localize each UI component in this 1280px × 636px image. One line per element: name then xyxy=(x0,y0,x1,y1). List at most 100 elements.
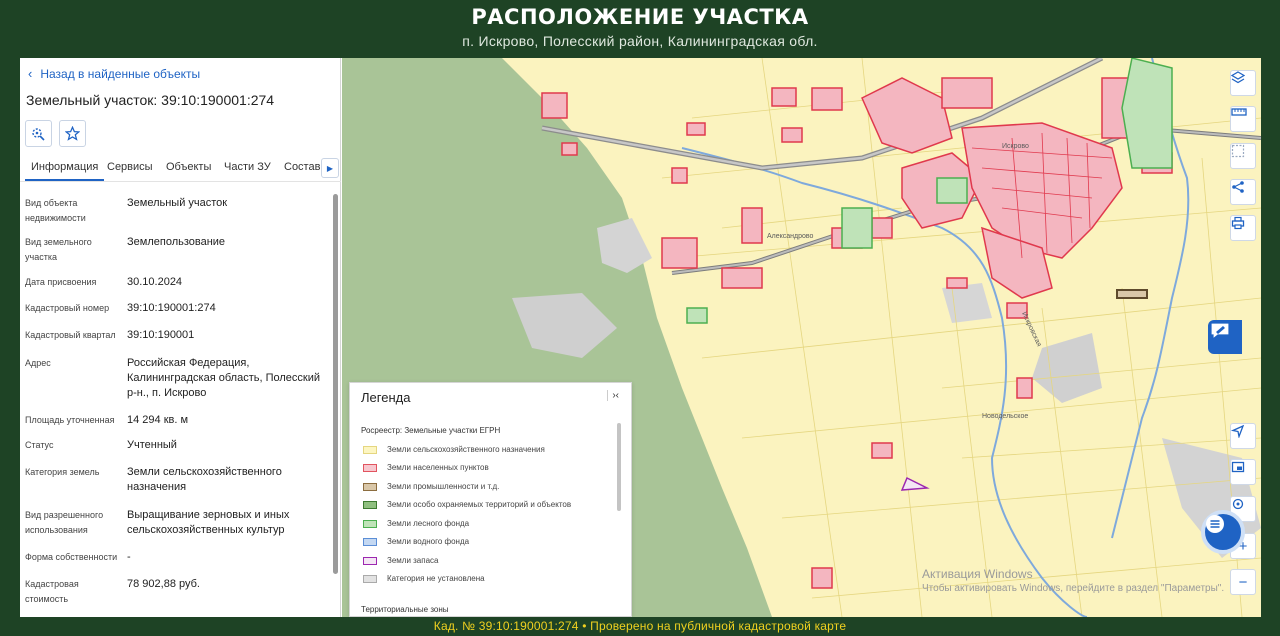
zoom-out-button[interactable]: − xyxy=(1230,569,1256,595)
property-key: Дата присвоения xyxy=(25,277,97,287)
zoom-out-icon: − xyxy=(1238,573,1248,591)
select-area-button[interactable] xyxy=(1230,143,1256,169)
property-value: 14 294 кв. м xyxy=(127,414,189,426)
target-search-icon xyxy=(32,128,45,141)
map-canvas[interactable]: Александрово Искрово Новодельское Искров… xyxy=(342,58,1261,617)
legend-swatch xyxy=(363,500,377,509)
property-key: Адрес xyxy=(25,358,51,368)
share-icon xyxy=(1232,181,1244,193)
legend-swatch xyxy=(363,537,377,546)
legend-item: Земли лесного фонда xyxy=(363,519,469,528)
reserve-parcel xyxy=(900,476,930,491)
locate-parcel-button[interactable] xyxy=(25,120,52,147)
property-key: Вид объекта недвижимости xyxy=(25,198,86,223)
property-value: Выращивание зерновых и иных сельскохозяй… xyxy=(127,509,290,536)
legend-collapse-button[interactable]: ›‹ xyxy=(607,390,619,401)
legend-swatch xyxy=(363,556,377,565)
property-key: Вид разрешенного использования xyxy=(25,510,104,535)
property-value: 39:10:190001 xyxy=(127,329,195,341)
legend-item: Земли населенных пунктов xyxy=(363,463,489,472)
back-link-label: Назад в найденные объекты xyxy=(40,66,201,81)
info-panel: ‹ Назад в найденные объекты Земельный уч… xyxy=(20,58,341,617)
legend-title: Легенда xyxy=(361,390,411,405)
select-area-icon xyxy=(1231,144,1245,158)
legend-item-label: Земли запаса xyxy=(387,556,439,565)
list-icon xyxy=(1206,515,1224,533)
parcel-title: Земельный участок: 39:10:190001:274 xyxy=(26,92,275,108)
map-label: Искрово xyxy=(1002,143,1029,150)
panel-scrollbar[interactable] xyxy=(332,188,339,613)
page-footer: Кад. № 39:10:190001:274 • Проверено на п… xyxy=(433,619,847,633)
map-label: Искровская xyxy=(1020,311,1042,348)
property-value: 78 902,88 руб. xyxy=(127,578,200,590)
legend-item-label: Земли лесного фонда xyxy=(387,519,470,528)
legend-item-label: Земли промышленности и т.д. xyxy=(387,482,500,491)
legend-item: Категория не установлена xyxy=(363,574,485,583)
property-value: 30.10.2024 xyxy=(127,276,183,288)
info-list-fab[interactable] xyxy=(1201,510,1245,554)
tab-objects[interactable]: Объекты xyxy=(166,161,211,173)
property-value: Российская Федерация, Калининградская об… xyxy=(127,357,320,399)
legend-panel: Легенда ›‹ Росреестр: Земельные участки … xyxy=(349,382,632,617)
industrial-parcel xyxy=(1116,289,1148,299)
legend-subtitle: Росреестр: Земельные участки ЕГРН xyxy=(361,426,501,435)
legend-swatch xyxy=(363,574,377,583)
property-value: - xyxy=(127,551,131,563)
cadastral-map-frame: ‹ Назад в найденные объекты Земельный уч… xyxy=(20,58,1261,617)
legend-item: Земли промышленности и т.д. xyxy=(363,482,499,491)
share-button[interactable] xyxy=(1230,179,1256,205)
legend-swatch xyxy=(363,482,377,491)
property-value: Земельный участок xyxy=(127,197,228,209)
legend-item: Земли особо охраняемых территорий и объе… xyxy=(363,500,571,509)
legend-item-label: Земли сельскохозяйственного назначения xyxy=(387,445,545,454)
chat-icon xyxy=(1210,322,1230,341)
print-button[interactable] xyxy=(1230,215,1256,241)
info-tabs: Информация Сервисы Объекты Части ЗУ Сост… xyxy=(20,156,341,182)
locate-icon xyxy=(1231,424,1245,438)
legend-section-title: Территориальные зоны xyxy=(361,605,449,614)
locate-me-button[interactable] xyxy=(1230,423,1256,449)
page-header: РАСПОЛОЖЕНИЕ УЧАСТКА п. Искрово, Полесск… xyxy=(0,0,1280,58)
legend-scrollbar[interactable] xyxy=(617,423,621,511)
legend-item-label: Земли особо охраняемых территорий и объе… xyxy=(387,500,572,509)
property-value: Землепользование xyxy=(127,236,226,248)
property-key: Категория земель xyxy=(25,467,100,477)
favorite-button[interactable] xyxy=(59,120,86,147)
property-key: Кадастровый квартал xyxy=(25,330,116,340)
scrollbar-thumb[interactable] xyxy=(333,194,338,574)
legend-item: Земли запаса xyxy=(363,556,439,565)
map-view-button[interactable] xyxy=(1230,459,1256,485)
windows-activation-hint: Чтобы активировать Windows, перейдите в … xyxy=(922,583,1225,594)
feedback-button[interactable] xyxy=(1208,320,1242,354)
windows-activation-watermark: Активация Windows xyxy=(922,567,1033,581)
star-icon xyxy=(65,126,80,141)
legend-item-label: Земли водного фонда xyxy=(387,537,470,546)
legend-swatch xyxy=(363,445,377,454)
tab-parts[interactable]: Части ЗУ xyxy=(224,161,271,173)
ruler-icon xyxy=(1231,108,1247,116)
measure-button[interactable] xyxy=(1230,106,1256,132)
legend-item-label: Категория не установлена xyxy=(387,574,485,583)
property-key: Кадастровый номер xyxy=(25,303,110,313)
tab-services[interactable]: Сервисы xyxy=(107,161,153,173)
layers-icon xyxy=(1231,71,1245,84)
back-link[interactable]: ‹ Назад в найденные объекты xyxy=(28,66,200,81)
property-key: Площадь уточненная xyxy=(25,415,115,425)
tab-composition[interactable]: Состав xyxy=(284,161,320,173)
property-value: Учтенный xyxy=(127,439,177,451)
search-location-icon xyxy=(1232,498,1244,510)
legend-swatch xyxy=(363,463,377,472)
property-key: Форма собственности xyxy=(25,552,118,562)
legend-item-label: Земли населенных пунктов xyxy=(387,463,489,472)
property-key: Вид земельного участка xyxy=(25,237,92,262)
tab-info[interactable]: Информация xyxy=(24,161,105,181)
map-label: Новодельское xyxy=(982,413,1028,420)
map-view-icon xyxy=(1231,461,1245,473)
map-label: Александрово xyxy=(767,233,814,240)
property-value: Земли сельскохозяйственного назначения xyxy=(127,466,282,493)
tabs-scroll-right-button[interactable]: ▶ xyxy=(321,158,339,178)
layers-button[interactable] xyxy=(1230,70,1256,96)
property-key: Статус xyxy=(25,440,54,450)
chevron-left-icon: ‹ xyxy=(28,66,33,81)
legend-item: Земли сельскохозяйственного назначения xyxy=(363,445,545,454)
